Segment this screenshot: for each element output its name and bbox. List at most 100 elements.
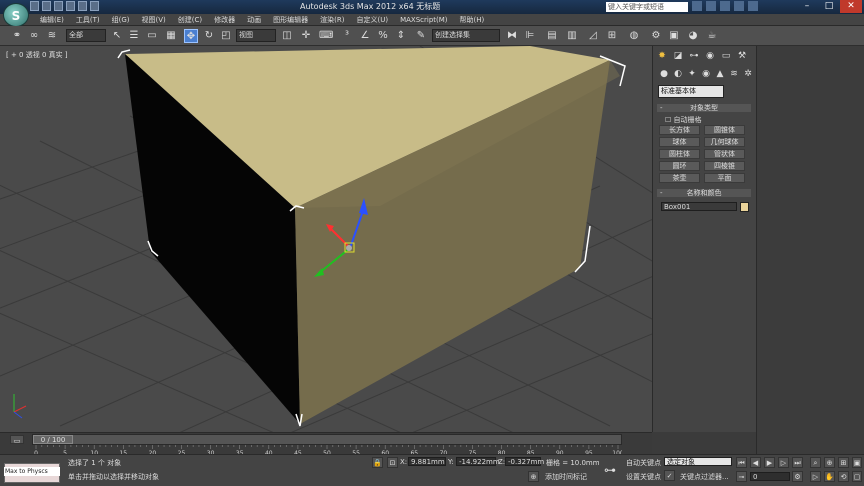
menu-animation[interactable]: 动画: [241, 14, 267, 25]
rectangle-selection-icon[interactable]: ▭: [145, 29, 159, 43]
help-icon[interactable]: [748, 1, 758, 11]
search-input[interactable]: 键入关键字或短语: [606, 2, 688, 12]
zoom-extents-icon[interactable]: ⊞: [838, 457, 849, 468]
schematic-view-icon[interactable]: ⊞: [605, 29, 619, 43]
time-slider-thumb[interactable]: 0 / 100: [33, 435, 73, 444]
field-of-view-icon[interactable]: ▷: [810, 471, 821, 482]
rendered-frame-window-icon[interactable]: ▣: [667, 29, 681, 43]
autogrid-checkbox[interactable]: ☐ 自动栅格: [665, 115, 702, 125]
subscription-icon[interactable]: [706, 1, 716, 11]
menu-tools[interactable]: 工具(T): [70, 14, 106, 25]
box-button[interactable]: 长方体: [659, 125, 700, 135]
hierarchy-tab-icon[interactable]: ⊶: [688, 50, 700, 62]
go-to-end-icon[interactable]: ⏭: [792, 457, 803, 468]
selection-filter-select[interactable]: 全部: [66, 29, 106, 42]
save-icon[interactable]: [54, 1, 63, 11]
maxscript-mini-listener[interactable]: Max to Physcs: [4, 467, 60, 476]
object-color-swatch[interactable]: [740, 202, 749, 212]
layer-manager-icon[interactable]: ▤: [545, 29, 559, 43]
create-tab-icon[interactable]: ✸: [656, 50, 668, 62]
minimize-button[interactable]: –: [796, 0, 818, 13]
go-to-start-icon[interactable]: ⏮: [736, 457, 747, 468]
lights-icon[interactable]: ✦: [686, 68, 698, 80]
unlink-icon[interactable]: ∞: [27, 29, 41, 43]
align-icon[interactable]: ⊫: [523, 29, 537, 43]
snaps-toggle-icon[interactable]: ³: [340, 29, 354, 43]
time-slider[interactable]: 0 / 100: [32, 434, 622, 445]
object-type-rollout-header[interactable]: - 对象类型: [657, 104, 751, 112]
angle-snap-icon[interactable]: ∠: [358, 29, 372, 43]
teapot-render-icon[interactable]: ☕: [705, 29, 719, 43]
key-mode-select[interactable]: 选定对象: [664, 457, 732, 466]
application-button[interactable]: S: [3, 3, 29, 27]
menu-create[interactable]: 创建(C): [172, 14, 208, 25]
keyboard-shortcut-icon[interactable]: ⌨: [319, 29, 333, 43]
close-button[interactable]: ✕: [840, 0, 862, 13]
mirror-icon[interactable]: ⧓: [505, 29, 519, 43]
current-frame-field[interactable]: 0: [750, 472, 790, 481]
curve-editor-icon[interactable]: ◿: [586, 29, 600, 43]
lock-selection-icon[interactable]: 🔒: [372, 457, 383, 468]
teapot-button[interactable]: 茶壶: [659, 173, 700, 183]
utilities-tab-icon[interactable]: ⚒: [736, 50, 748, 62]
percent-snap-icon[interactable]: %: [376, 29, 390, 43]
systems-icon[interactable]: ✲: [742, 68, 754, 80]
menu-maxscript[interactable]: MAXScript(M): [394, 14, 453, 25]
menu-edit[interactable]: 编辑(E): [34, 14, 70, 25]
previous-frame-icon[interactable]: ◀: [750, 457, 761, 468]
torus-button[interactable]: 圆环: [659, 161, 700, 171]
zoom-all-icon[interactable]: ⊕: [824, 457, 835, 468]
cameras-icon[interactable]: ◉: [700, 68, 712, 80]
select-object-icon[interactable]: ↖: [110, 29, 124, 43]
window-crossing-icon[interactable]: ▦: [164, 29, 178, 43]
display-tab-icon[interactable]: ▭: [720, 50, 732, 62]
maximize-button[interactable]: □: [818, 0, 840, 13]
modify-tab-icon[interactable]: ◪: [672, 50, 684, 62]
select-and-move-icon[interactable]: ✥: [184, 29, 198, 43]
menu-rendering[interactable]: 渲染(R): [314, 14, 350, 25]
plane-button[interactable]: 平面: [704, 173, 745, 183]
zoom-icon[interactable]: ⌕: [810, 457, 821, 468]
menu-modifiers[interactable]: 修改器: [208, 14, 241, 25]
motion-tab-icon[interactable]: ◉: [704, 50, 716, 62]
time-configuration-icon[interactable]: ⚙: [792, 471, 803, 482]
render-production-icon[interactable]: ◕: [686, 29, 700, 43]
new-icon[interactable]: [30, 1, 39, 11]
y-coordinate-field[interactable]: -14.922mm: [456, 457, 500, 466]
pan-view-icon[interactable]: ✋: [824, 471, 835, 482]
primitive-type-select[interactable]: 标准基本体: [658, 85, 724, 98]
helpers-icon[interactable]: ▲: [714, 68, 726, 80]
absolute-mode-icon[interactable]: ⊡: [387, 457, 398, 468]
communication-icon[interactable]: [720, 1, 730, 11]
shapes-icon[interactable]: ◐: [672, 68, 684, 80]
time-tag-icon[interactable]: ⊕: [528, 471, 539, 482]
manipulate-icon[interactable]: ✛: [299, 29, 313, 43]
next-frame-icon[interactable]: ▷: [778, 457, 789, 468]
bind-space-warp-icon[interactable]: ≋: [45, 29, 59, 43]
x-coordinate-field[interactable]: 9.881mm: [408, 457, 446, 466]
geosphere-button[interactable]: 几何球体: [704, 137, 745, 147]
geometry-icon[interactable]: ●: [658, 68, 670, 80]
key-mode-toggle-icon[interactable]: ⊸: [736, 471, 747, 482]
named-selection-set-select[interactable]: 创建选择集: [432, 29, 500, 42]
z-coordinate-field[interactable]: -0.327mm: [505, 457, 544, 466]
maximize-viewport-icon[interactable]: ▢: [852, 471, 862, 482]
key-filters-button[interactable]: 关键点过滤器...: [680, 472, 729, 482]
reference-coordinate-select[interactable]: 视图: [236, 29, 276, 42]
menu-help[interactable]: 帮助(H): [454, 14, 491, 25]
redo-icon[interactable]: [78, 1, 87, 11]
edit-named-selection-icon[interactable]: ✎: [414, 29, 428, 43]
render-setup-icon[interactable]: ⚙: [649, 29, 663, 43]
orbit-icon[interactable]: ⟲: [838, 471, 849, 482]
project-folder-icon[interactable]: [90, 1, 99, 11]
cylinder-button[interactable]: 圆柱体: [659, 149, 700, 159]
menu-graph-editors[interactable]: 图形编辑器: [267, 14, 314, 25]
spinner-snap-icon[interactable]: ⇕: [394, 29, 408, 43]
sphere-button[interactable]: 球体: [659, 137, 700, 147]
select-by-name-icon[interactable]: ☰: [127, 29, 141, 43]
name-color-rollout-header[interactable]: - 名称和颜色: [657, 189, 751, 197]
space-warps-icon[interactable]: ≋: [728, 68, 740, 80]
add-time-tag-button[interactable]: 添加时间标记: [545, 472, 587, 482]
pyramid-button[interactable]: 四棱锥: [704, 161, 745, 171]
default-tangent-icon[interactable]: ✓: [664, 470, 675, 481]
